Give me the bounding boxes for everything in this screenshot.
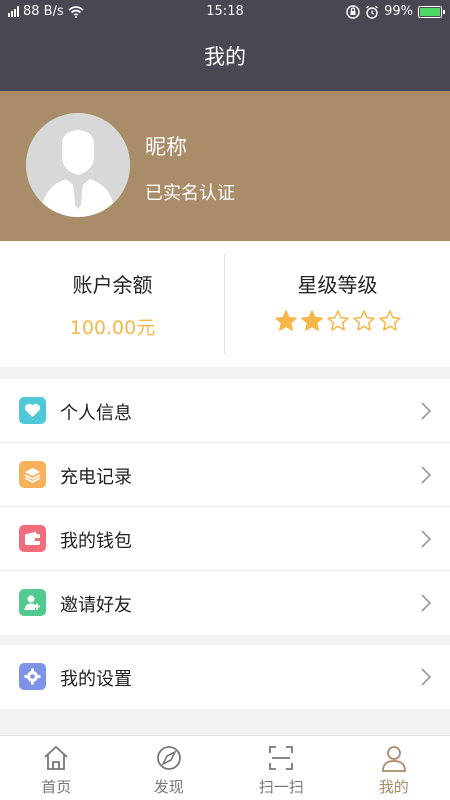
compass-icon [156,746,181,770]
layers-icon [19,461,46,488]
level-stat[interactable]: 星级等级 [225,241,450,367]
menu-item-label: 充电记录 [60,467,132,488]
menu-item-charging-records[interactable]: 充电记录 [0,443,450,507]
battery-percent: 99% [384,4,413,19]
heart-icon [19,397,46,424]
menu-item-label: 个人信息 [60,403,132,424]
status-right: 99% [346,4,445,19]
balance-stat[interactable]: 账户余额 100.00元 [0,241,225,367]
tab-discover[interactable]: 发现 [113,736,226,800]
level-label: 星级等级 [297,273,378,297]
balance-label: 账户余额 [72,273,153,297]
verification-status: 已实名认证 [145,183,235,204]
balance-value: 100.00元 [69,317,156,339]
tab-label: 我的 [378,778,409,796]
tab-label: 首页 [41,778,72,796]
chevron-right-icon [421,594,432,612]
avatar-placeholder-icon [26,113,130,217]
tab-home[interactable]: 首页 [0,736,113,800]
menu-item-label: 我的钱包 [60,531,132,552]
tab-mine[interactable]: 我的 [338,736,450,800]
menu-item-personal-info[interactable]: 个人信息 [0,379,450,443]
alarm-icon [366,5,379,19]
star-rating [225,309,450,333]
user-add-icon [19,589,46,616]
chevron-right-icon [421,530,432,548]
nickname: 昵称 [145,135,187,159]
chevron-right-icon [421,466,432,484]
menu-item-label: 我的设置 [60,669,132,690]
menu-group-settings: 我的设置 [0,645,450,709]
battery-icon [418,5,445,18]
star-empty-icon [326,310,349,331]
chevron-right-icon [421,402,432,420]
lock-rotation-icon [346,4,360,19]
menu-item-settings[interactable]: 我的设置 [0,645,450,709]
menu-item-wallet[interactable]: 我的钱包 [0,507,450,571]
star-empty-icon [352,310,375,331]
star-filled-icon [300,310,323,331]
page-title: 我的 [0,24,450,91]
tab-label: 发现 [153,778,184,796]
star-filled-icon [274,310,297,331]
star-empty-icon [378,310,401,331]
chevron-right-icon [421,668,432,686]
scan-icon [269,746,294,770]
menu-item-invite-friends[interactable]: 邀请好友 [0,571,450,635]
tab-bar: 首页 发现 扫一扫 我的 [0,735,450,800]
home-icon [44,745,68,770]
profile-card[interactable]: 昵称 已实名认证 [0,91,450,241]
tab-scan[interactable]: 扫一扫 [225,736,338,800]
gear-icon [19,663,46,690]
status-bar: 88 B/s 15:18 99% [0,0,450,24]
tab-label: 扫一扫 [258,778,304,796]
menu-item-label: 邀请好友 [60,595,132,616]
menu-group-main: 个人信息 充电记录 我的钱包 邀请好友 [0,379,450,635]
person-icon [381,746,406,772]
avatar[interactable] [26,113,130,217]
account-stats: 账户余额 100.00元 星级等级 [0,241,450,367]
wallet-icon [19,525,46,552]
